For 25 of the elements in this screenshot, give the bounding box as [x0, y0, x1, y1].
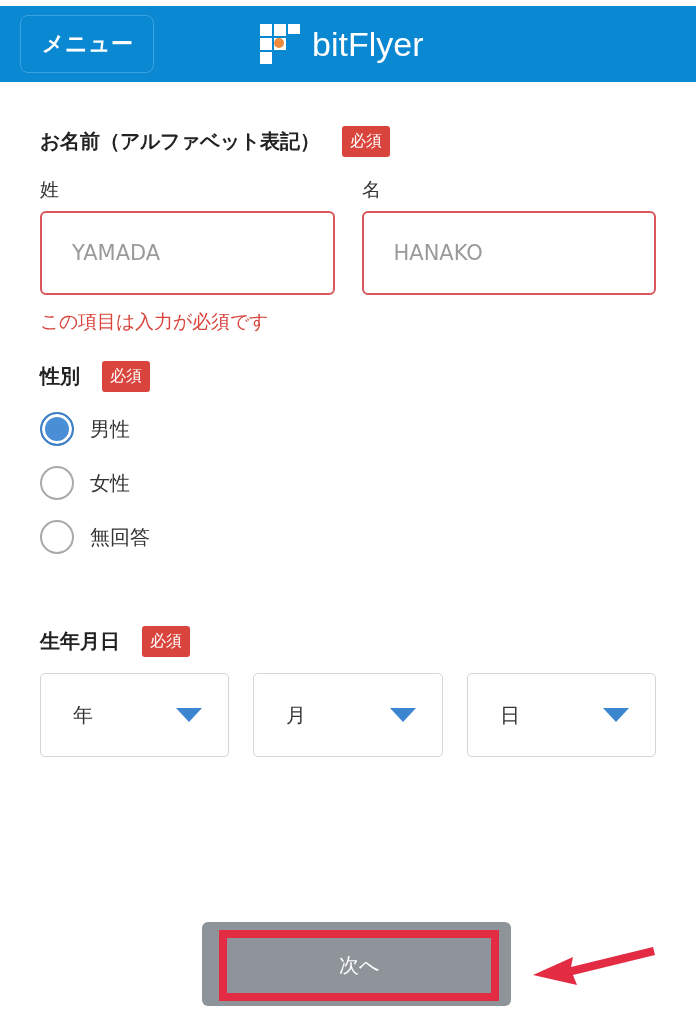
radio-label: 女性: [90, 469, 130, 497]
error-message: この項目は入力が必須です: [40, 309, 269, 334]
required-badge: 必須: [142, 626, 190, 657]
radio-button[interactable]: [40, 520, 74, 554]
required-badge: 必須: [342, 126, 390, 157]
caret-icon: [176, 708, 203, 722]
dropdown-select[interactable]: 年: [40, 673, 230, 757]
dropdown-select[interactable]: 月: [253, 673, 443, 757]
radio-button[interactable]: [40, 412, 74, 446]
input-field[interactable]: YAMADA: [40, 211, 335, 295]
required-badge: 必須: [102, 361, 150, 392]
section-title: お名前（アルファベット表記）: [40, 128, 320, 155]
radio-label: 無回答: [90, 523, 150, 551]
field-label: 名: [361, 177, 382, 202]
section-title: 生年月日: [40, 628, 120, 655]
caret-icon: [603, 708, 629, 722]
radio-button[interactable]: [40, 466, 74, 500]
menu-button[interactable]: メニュー: [20, 15, 154, 73]
radio-label: 男性: [90, 415, 130, 443]
logo-text: bitFlyer: [312, 24, 424, 64]
dropdown-select[interactable]: 日: [466, 673, 656, 757]
input-field[interactable]: HANAKO: [361, 211, 656, 295]
caret-icon: [389, 708, 416, 722]
field-label: 姓: [40, 177, 60, 202]
section-title: 性別: [40, 363, 80, 390]
